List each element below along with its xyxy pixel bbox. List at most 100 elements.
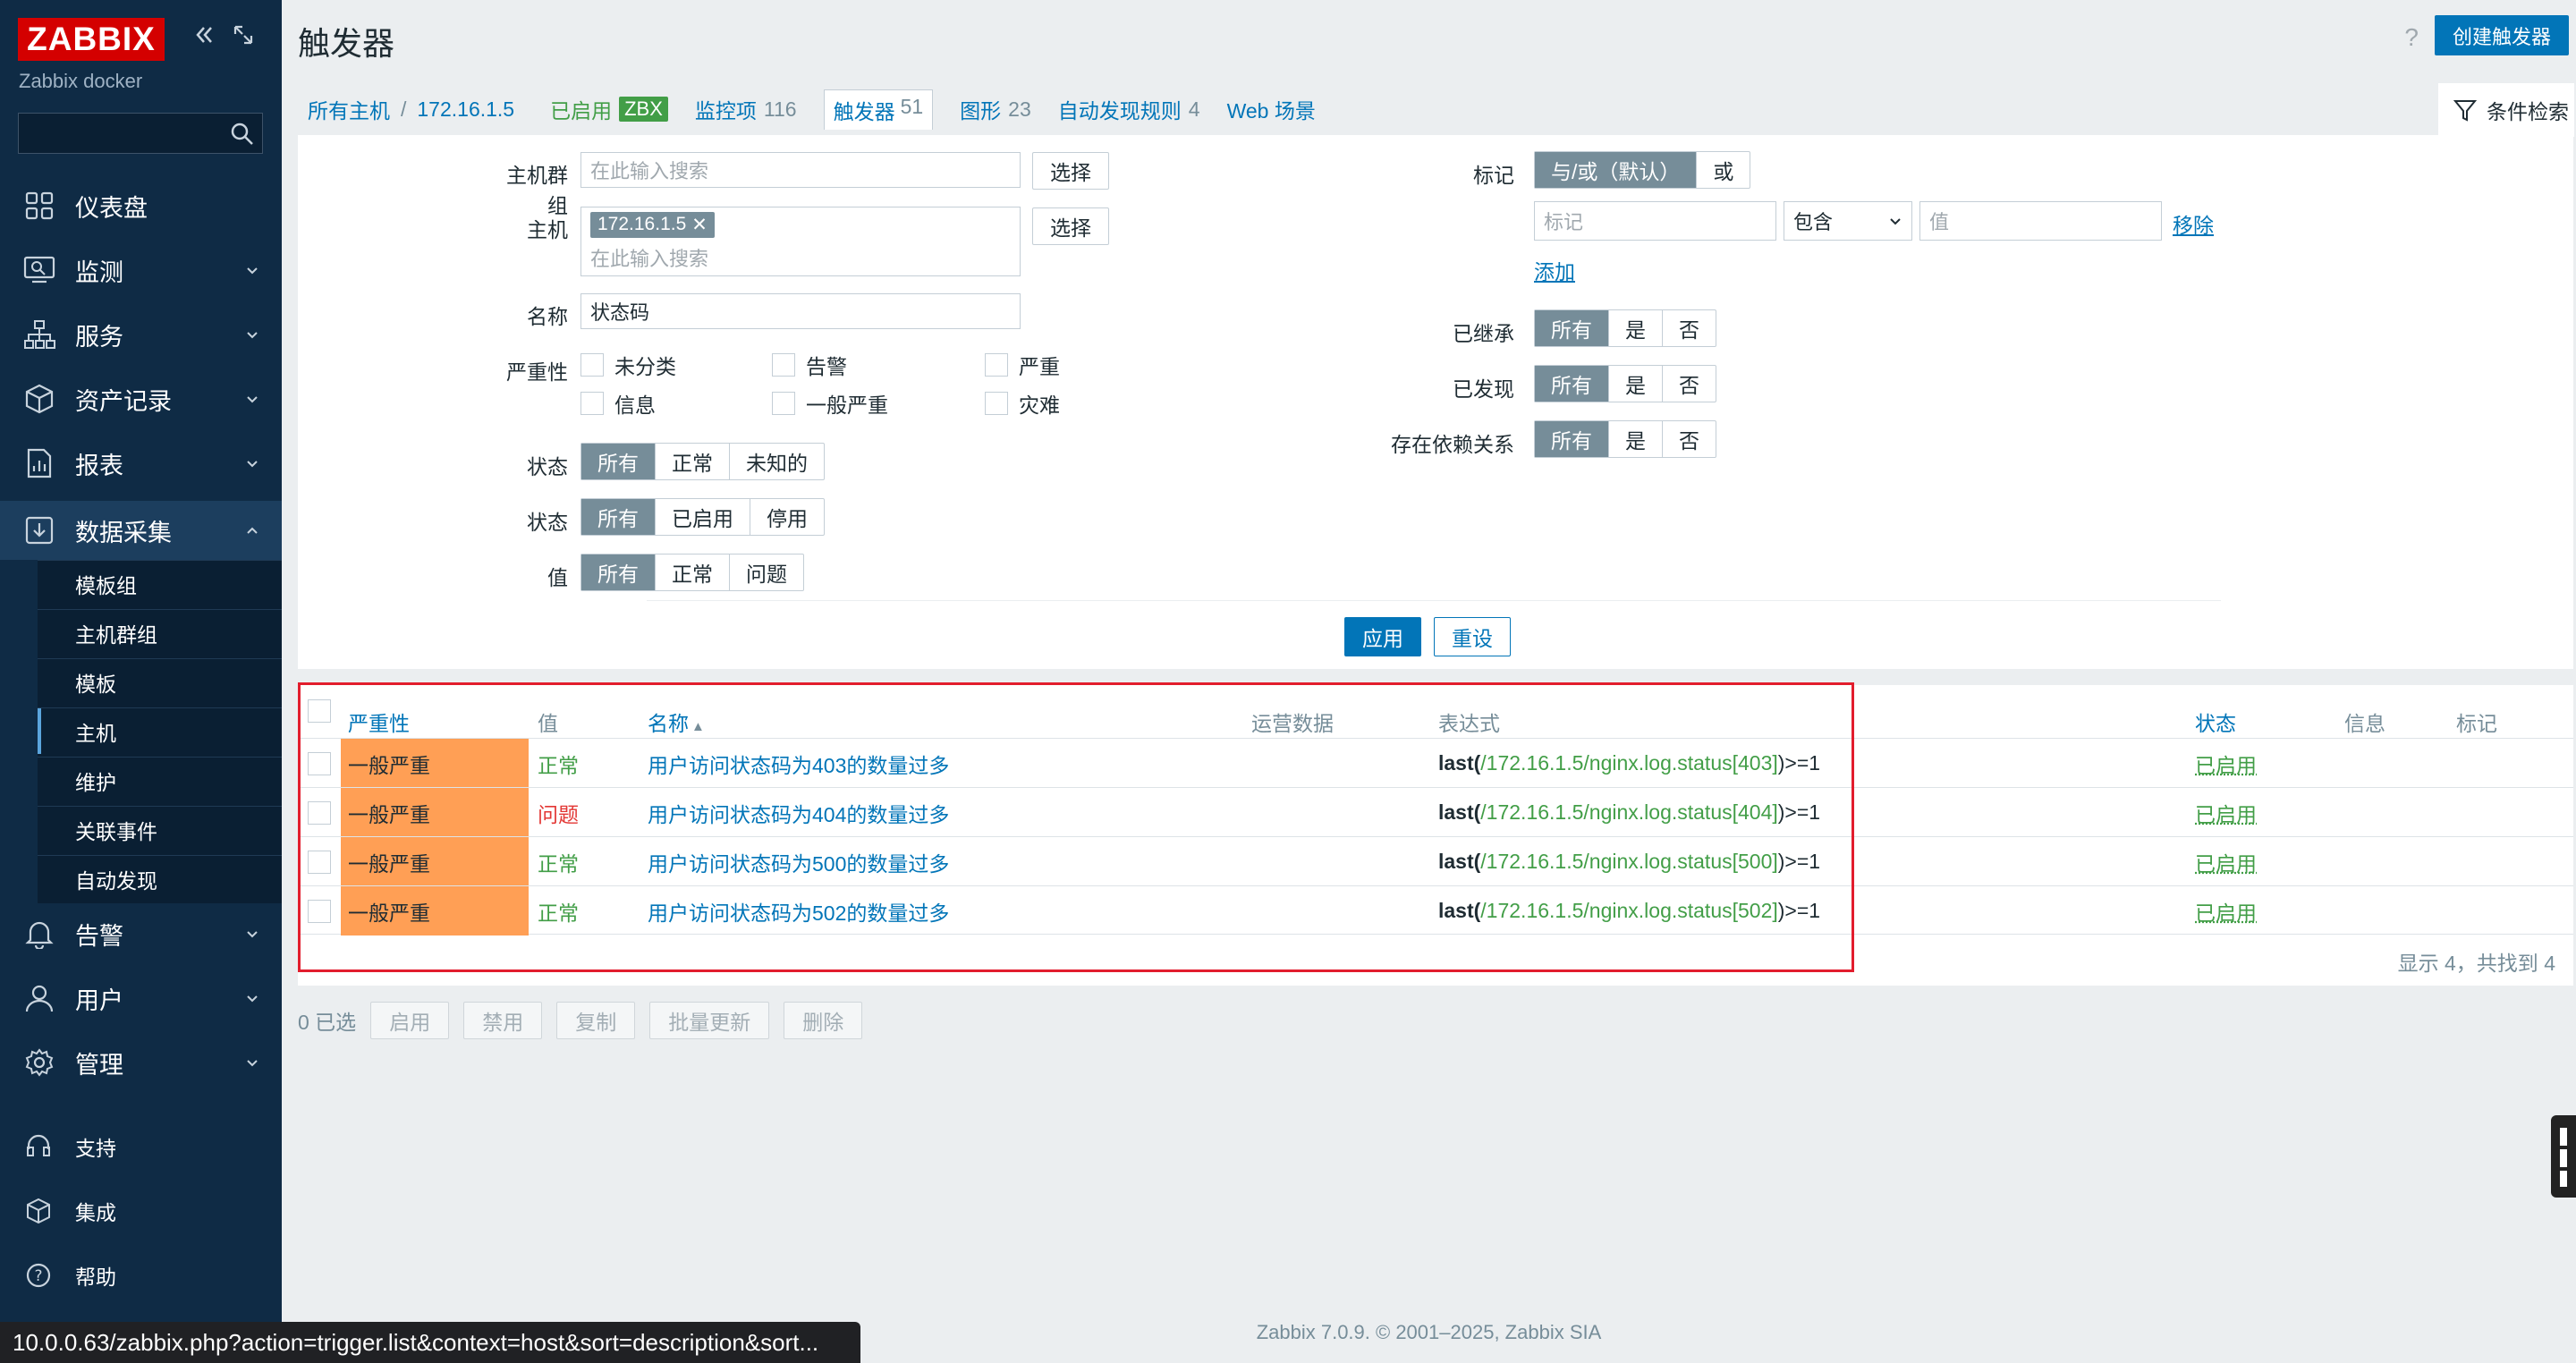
menu-monitoring[interactable]: 监测: [0, 243, 282, 297]
services-icon: [21, 317, 57, 352]
tab-graphs[interactable]: 图形: [960, 94, 1001, 124]
tags-and-or[interactable]: 与/或（默认）: [1535, 152, 1697, 188]
status-all[interactable]: 所有: [581, 499, 655, 535]
chevron-down-icon: [247, 396, 258, 403]
submenu-host-groups[interactable]: 主机群组: [38, 609, 282, 656]
severity-information[interactable]: 信息: [580, 388, 656, 419]
value-ok[interactable]: 正常: [655, 555, 729, 590]
tab-items[interactable]: 监控项: [695, 94, 757, 124]
menu-data-collection[interactable]: 数据采集: [0, 501, 282, 560]
status-link[interactable]: 已启用: [2195, 788, 2257, 837]
severity-not-classified[interactable]: 未分类: [580, 350, 676, 380]
enable-button[interactable]: 启用: [370, 1002, 450, 1039]
discovered-toggle: 所有 是 否: [1534, 365, 1716, 402]
submenu-hosts[interactable]: 主机: [38, 707, 282, 754]
instance-name: Zabbix docker: [19, 70, 143, 92]
menu-inventory[interactable]: 资产记录: [0, 372, 282, 426]
menu-services[interactable]: 服务: [0, 308, 282, 361]
name-label: 名称: [527, 305, 568, 328]
tag-remove-link[interactable]: 移除: [2173, 208, 2214, 239]
host-status[interactable]: 已启用: [550, 94, 612, 124]
value-all[interactable]: 所有: [581, 555, 655, 590]
host-groups-select-button[interactable]: 选择: [1032, 152, 1109, 190]
state-unknown[interactable]: 未知的: [729, 444, 824, 479]
host-select-button[interactable]: 选择: [1032, 207, 1109, 245]
data-collection-submenu: 模板组 主机群组 模板 主机 维护 关联事件 自动发现: [38, 560, 282, 903]
header-status[interactable]: 状态: [2195, 707, 2236, 737]
delete-button[interactable]: 删除: [784, 1002, 863, 1039]
kiosk-mode-icon[interactable]: [232, 23, 255, 47]
submenu-event-correlation[interactable]: 关联事件: [38, 806, 282, 852]
breadcrumb: 所有主机 / 172.16.1.5 已启用 ZBX 监控项 116 触发器 51 图…: [282, 82, 2576, 136]
menu-alerts[interactable]: 告警: [0, 907, 282, 961]
dependencies-toggle: 所有 是 否: [1534, 420, 1716, 458]
browser-status-url: 10.0.0.63/zabbix.php?action=trigger.list…: [0, 1322, 860, 1363]
tab-triggers[interactable]: 触发器 51: [823, 89, 934, 130]
menu-help[interactable]: ? 帮助: [0, 1249, 282, 1302]
menu-integrations[interactable]: 集成: [0, 1184, 282, 1238]
tab-web-scenarios[interactable]: Web 场景: [1227, 94, 1316, 124]
name-input[interactable]: 状态码: [580, 293, 1021, 329]
create-trigger-button[interactable]: 创建触发器: [2435, 15, 2569, 55]
dashboard-icon: [21, 188, 57, 224]
mass-actions-bar: 0 已选 启用 禁用 复制 批量更新 删除: [298, 1002, 863, 1039]
copy-button[interactable]: 复制: [556, 1002, 636, 1039]
remove-chip-icon[interactable]: ✕: [691, 214, 708, 236]
tag-operator-select[interactable]: 包含: [1784, 201, 1912, 241]
search-icon[interactable]: [230, 122, 255, 147]
menu-reports[interactable]: 报表: [0, 436, 282, 490]
value-problem[interactable]: 问题: [729, 555, 803, 590]
tags-eval-toggle: 与/或（默认） 或: [1534, 151, 1751, 189]
mass-update-button[interactable]: 批量更新: [649, 1002, 770, 1039]
sidebar-search-input[interactable]: [18, 113, 263, 154]
headset-icon: [23, 1131, 54, 1162]
disable-button[interactable]: 禁用: [463, 1002, 543, 1039]
host-input-placeholder: 在此输入搜索: [590, 247, 709, 270]
help-circle-icon: ?: [23, 1260, 54, 1291]
status-link[interactable]: 已启用: [2195, 886, 2257, 935]
submenu-maintenance[interactable]: 维护: [38, 757, 282, 803]
submenu-discovery[interactable]: 自动发现: [38, 855, 282, 902]
status-disabled[interactable]: 停用: [750, 499, 824, 535]
tag-name-input[interactable]: 标记: [1534, 201, 1776, 241]
state-all[interactable]: 所有: [581, 444, 655, 479]
inherited-label: 已继承: [1453, 322, 1514, 345]
breadcrumb-host[interactable]: 172.16.1.5: [417, 97, 514, 122]
status-link[interactable]: 已启用: [2195, 837, 2257, 886]
help-icon[interactable]: ?: [2404, 23, 2419, 52]
apply-button[interactable]: 应用: [1344, 617, 1421, 656]
menu-support[interactable]: 支持: [0, 1120, 282, 1173]
filter-panel: 主机群组 在此输入搜索 选择 主机 172.16.1.5 ✕ 在此输入搜索 选择 …: [298, 135, 2573, 669]
severity-warning[interactable]: 告警: [772, 350, 847, 380]
menu-administration[interactable]: 管理: [0, 1036, 282, 1089]
severity-average[interactable]: 一般严重: [772, 388, 888, 419]
zabbix-logo[interactable]: ZABBIX: [18, 18, 165, 61]
state-toggle: 所有 正常 未知的: [580, 443, 825, 480]
submenu-templates[interactable]: 模板: [38, 658, 282, 705]
value-toggle: 所有 正常 问题: [580, 554, 804, 591]
host-groups-input[interactable]: 在此输入搜索: [580, 152, 1021, 188]
collapse-sidebar-icon[interactable]: [192, 23, 216, 47]
menu-users[interactable]: 用户: [0, 971, 282, 1025]
status-link[interactable]: 已启用: [2195, 739, 2257, 788]
severity-high[interactable]: 严重: [985, 350, 1060, 380]
breadcrumb-all-hosts[interactable]: 所有主机: [308, 94, 390, 124]
severity-label: 严重性: [506, 360, 568, 384]
status-enabled[interactable]: 已启用: [655, 499, 750, 535]
chevron-down-icon: [247, 332, 258, 339]
side-widget-handle[interactable]: [2551, 1115, 2576, 1198]
host-multiselect[interactable]: 172.16.1.5 ✕ 在此输入搜索: [580, 207, 1021, 276]
menu-dashboard[interactable]: 仪表盘: [0, 179, 282, 233]
tab-discovery-rules[interactable]: 自动发现规则: [1058, 94, 1182, 124]
tag-add-link[interactable]: 添加: [1534, 255, 1575, 285]
submenu-template-groups[interactable]: 模板组: [38, 560, 282, 606]
reset-button[interactable]: 重设: [1434, 617, 1511, 656]
filter-tab[interactable]: 条件检索: [2438, 83, 2574, 137]
user-icon: [21, 980, 57, 1016]
state-normal[interactable]: 正常: [655, 444, 729, 479]
bell-icon: [21, 916, 57, 952]
tag-value-input[interactable]: 值: [1919, 201, 2162, 241]
severity-disaster[interactable]: 灾难: [985, 388, 1060, 419]
selected-count: 0 已选: [298, 1011, 357, 1034]
tags-or[interactable]: 或: [1696, 152, 1750, 188]
